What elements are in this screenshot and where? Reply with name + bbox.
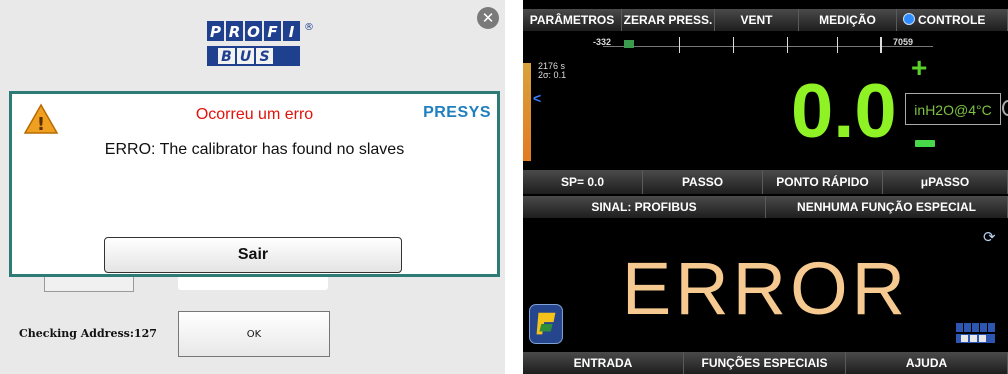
ok-button[interactable]: OK bbox=[178, 311, 330, 357]
svg-text:R: R bbox=[229, 23, 241, 41]
presys-logo: PRESYS bbox=[423, 104, 491, 121]
setpoint-button[interactable]: SP= 0.0 bbox=[523, 170, 643, 194]
minus-icon[interactable] bbox=[915, 140, 935, 147]
svg-text:®: ® bbox=[304, 22, 314, 33]
scale-tick bbox=[679, 37, 680, 53]
side-slider[interactable] bbox=[523, 63, 531, 161]
svg-text:I: I bbox=[289, 23, 295, 41]
error-message: ERRO: The calibrator has found no slaves bbox=[104, 141, 405, 158]
scale-min-marker bbox=[624, 40, 634, 48]
svg-text:S: S bbox=[259, 49, 269, 65]
menu-ajuda[interactable]: AJUDA bbox=[846, 352, 1008, 374]
menu-entrada[interactable]: ENTRADA bbox=[523, 352, 684, 374]
signal-button[interactable]: SINAL: PROFIBUS bbox=[523, 196, 766, 218]
exit-button[interactable]: Sair bbox=[104, 237, 402, 273]
svg-text:B: B bbox=[221, 49, 232, 65]
menu-medicao[interactable]: MEDIÇÃO bbox=[799, 9, 897, 31]
menu-controle-label: CONTROLE bbox=[918, 13, 986, 27]
profibus-icon[interactable] bbox=[529, 304, 563, 344]
svg-text:P: P bbox=[210, 23, 221, 41]
svg-text:O: O bbox=[247, 23, 260, 41]
micro-passo-button[interactable]: μPASSO bbox=[883, 170, 1008, 194]
scale-tick bbox=[733, 37, 734, 53]
plus-icon[interactable]: + bbox=[911, 54, 927, 82]
scale-min-label: -332 bbox=[593, 37, 612, 47]
setpoint-bar: SP= 0.0 PASSO PONTO RÁPIDO μPASSO bbox=[523, 170, 1008, 194]
scale-max-marker bbox=[880, 37, 882, 53]
checking-address-label: Checking Address:127 bbox=[19, 327, 157, 340]
top-menu-bar: PARÂMETROS ZERAR PRESS. VENT MEDIÇÃO CON… bbox=[523, 9, 1008, 31]
error-dialog: ! Ocorreu um erro PRESYS ERRO: The calib… bbox=[9, 91, 500, 277]
menu-funcoes-especiais[interactable]: FUNÇÕES ESPECIAIS bbox=[684, 352, 846, 374]
pressure-reading: 0.0 bbox=[791, 69, 897, 154]
profibus-small-logo bbox=[956, 323, 995, 343]
calibrator-screen: PARÂMETROS ZERAR PRESS. VENT MEDIÇÃO CON… bbox=[523, 0, 1008, 374]
profibus-logo: P R O F I ® B U S bbox=[207, 21, 314, 66]
svg-text:F: F bbox=[267, 23, 278, 41]
error-status: ERROR bbox=[621, 247, 910, 330]
scale-tick bbox=[837, 37, 838, 53]
radio-icon bbox=[903, 13, 915, 25]
stability-sigma: 2σ: 0.1 bbox=[538, 70, 567, 80]
scale-tick bbox=[787, 37, 788, 53]
signal-bar: SINAL: PROFIBUS NENHUMA FUNÇÃO ESPECIAL bbox=[523, 196, 1008, 218]
menu-zerar-press[interactable]: ZERAR PRESS. bbox=[622, 9, 715, 31]
bottom-menu-bar: ENTRADA FUNÇÕES ESPECIAIS AJUDA bbox=[523, 352, 1008, 374]
scale-max-label: 7059 bbox=[893, 37, 914, 47]
profibus-error-screen: ✕ P R O F I ® B U S Checking Address:127… bbox=[0, 0, 505, 374]
menu-controle[interactable]: CONTROLE bbox=[897, 9, 1008, 31]
chevron-left-icon[interactable]: < bbox=[533, 90, 541, 106]
menu-vent[interactable]: VENT bbox=[715, 9, 799, 31]
close-icon[interactable]: ✕ bbox=[477, 7, 499, 29]
special-function-button[interactable]: NENHUMA FUNÇÃO ESPECIAL bbox=[766, 196, 1008, 218]
menu-parametros[interactable]: PARÂMETROS bbox=[523, 9, 622, 31]
passo-button[interactable]: PASSO bbox=[643, 170, 763, 194]
unit-selector[interactable]: inH2O@4°C bbox=[905, 93, 1001, 125]
pressure-scale bbox=[603, 46, 933, 47]
unit-toggle-icon[interactable] bbox=[1002, 100, 1008, 116]
svg-text:U: U bbox=[240, 49, 252, 65]
ponto-rapido-button[interactable]: PONTO RÁPIDO bbox=[763, 170, 883, 194]
